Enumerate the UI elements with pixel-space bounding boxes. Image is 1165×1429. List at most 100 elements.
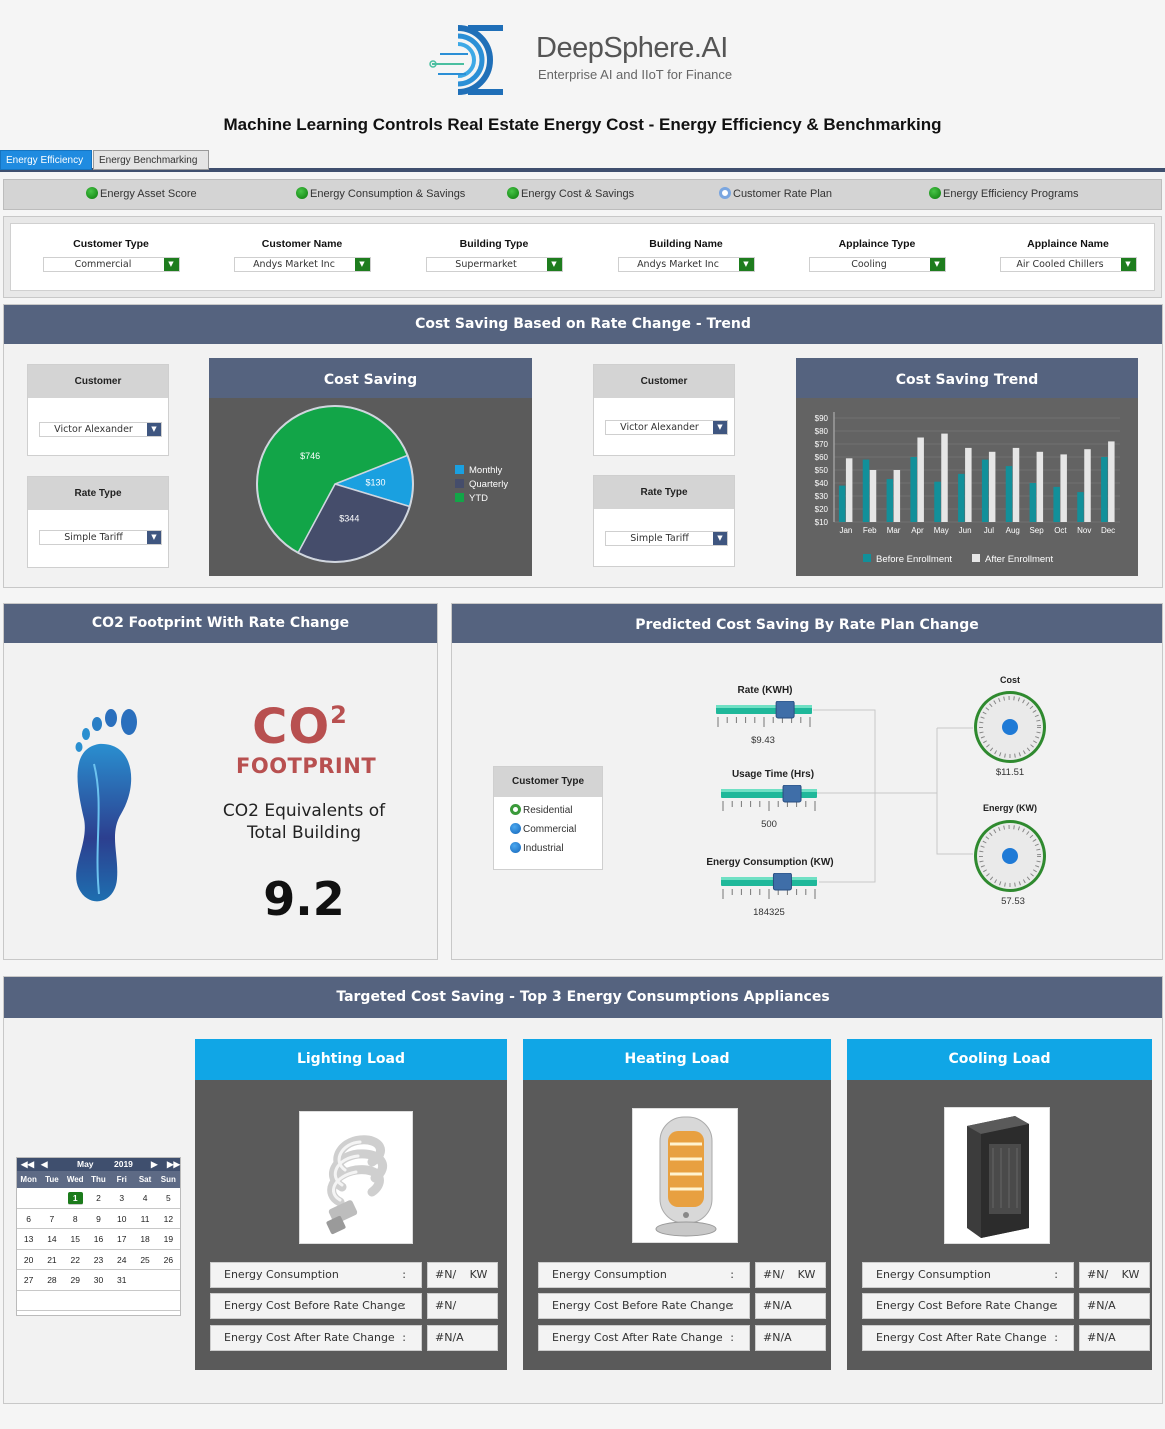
appliance-type-dropdown[interactable]: Cooling ▼ — [808, 257, 946, 272]
slider-track[interactable] — [716, 700, 812, 733]
slider-track[interactable] — [721, 784, 817, 817]
pie-title: Cost Saving — [209, 358, 532, 398]
calendar-day[interactable]: 28 — [40, 1270, 64, 1291]
calendar-day[interactable] — [133, 1291, 157, 1311]
energy-gauge — [974, 820, 1046, 892]
legend-label: Quarterly — [469, 479, 509, 490]
lighting-load-title: Lighting Load — [195, 1039, 507, 1080]
calendar-day[interactable] — [156, 1291, 180, 1311]
right-customer-dropdown[interactable]: Victor Alexander ▼ — [605, 420, 728, 435]
calendar-day[interactable]: 26 — [156, 1250, 180, 1270]
dropdown-arrow-icon[interactable]: ▼ — [546, 258, 562, 271]
dropdown-arrow-icon[interactable]: ▼ — [147, 423, 161, 436]
dropdown-arrow-icon[interactable]: ▼ — [1120, 258, 1136, 271]
calendar-day[interactable]: 17 — [110, 1229, 134, 1250]
tab-energy-efficiency[interactable]: Energy Efficiency — [0, 150, 92, 170]
customer-type-dropdown[interactable]: Commercial ▼ — [42, 257, 180, 272]
calendar-day[interactable]: 21 — [40, 1250, 64, 1270]
calendar-last-icon[interactable]: ▶▶ — [167, 1159, 180, 1170]
calendar-day[interactable]: 3 — [110, 1188, 134, 1209]
filter-label: Customer Name — [261, 238, 343, 250]
calendar-day[interactable]: 18 — [133, 1229, 157, 1250]
calendar-first-icon[interactable]: ◀◀ — [21, 1159, 34, 1170]
filter-customer-name: Customer Name Andys Market Inc ▼ — [232, 238, 372, 272]
bar-after-feb — [869, 470, 877, 522]
calendar-day[interactable] — [63, 1291, 87, 1311]
calendar-day[interactable]: 20 — [17, 1250, 41, 1270]
calendar-day[interactable] — [17, 1291, 41, 1311]
x-tick-label: Apr — [911, 526, 924, 535]
left-rate-dropdown[interactable]: Simple Tariff ▼ — [39, 530, 162, 545]
calendar-day[interactable] — [133, 1270, 157, 1291]
bar-before-apr — [910, 457, 917, 522]
dropdown-arrow-icon[interactable]: ▼ — [163, 258, 179, 271]
calendar-day[interactable] — [110, 1291, 134, 1311]
load-row-label: Energy Cost Before Rate Change: — [538, 1293, 750, 1319]
calendar-day[interactable]: 1 — [63, 1188, 87, 1209]
calendar-month[interactable]: May — [77, 1159, 94, 1169]
calendar-day[interactable]: 7 — [40, 1209, 64, 1229]
rate-slider[interactable] — [716, 700, 812, 733]
calendar-day[interactable]: 31 — [110, 1270, 134, 1291]
calendar-day[interactable]: 29 — [63, 1270, 87, 1291]
customer-name-dropdown[interactable]: Andys Market Inc ▼ — [233, 257, 371, 272]
legend-item-monthly: Monthly — [455, 465, 508, 476]
left-customer-dropdown[interactable]: Victor Alexander ▼ — [39, 422, 162, 437]
calendar-day[interactable]: 15 — [63, 1229, 87, 1250]
calendar-day[interactable]: 23 — [86, 1250, 111, 1270]
calendar-day[interactable]: 24 — [110, 1250, 134, 1270]
building-type-dropdown[interactable]: Supermarket ▼ — [425, 257, 563, 272]
radio-commercial[interactable]: Commercial — [510, 823, 602, 835]
radio-energy-asset-score[interactable]: Energy Asset Score — [86, 187, 197, 200]
calendar-day[interactable]: 5 — [156, 1188, 180, 1209]
calendar-day[interactable] — [40, 1188, 64, 1209]
radio-customer-rate-plan[interactable]: Customer Rate Plan — [719, 187, 832, 200]
usage-slider[interactable] — [721, 784, 817, 817]
calendar-next-icon[interactable]: ▶ — [151, 1159, 158, 1170]
row-label-text: Energy Cost Before Rate Change — [552, 1299, 733, 1312]
calendar-day[interactable]: 4 — [133, 1188, 157, 1209]
calendar-day[interactable]: 13 — [17, 1229, 41, 1250]
calendar-day[interactable]: 25 — [133, 1250, 157, 1270]
calendar-day[interactable]: 30 — [86, 1270, 111, 1291]
dropdown-arrow-icon[interactable]: ▼ — [929, 258, 945, 271]
calendar-day[interactable]: 6 — [17, 1209, 41, 1229]
consumption-slider[interactable] — [721, 872, 817, 905]
dropdown-arrow-icon[interactable]: ▼ — [713, 421, 727, 434]
consumption-slider-label: Energy Consumption (KW) — [706, 857, 834, 868]
calendar-day[interactable] — [40, 1291, 64, 1311]
calendar-day[interactable]: 14 — [40, 1229, 64, 1250]
tab-energy-benchmarking[interactable]: Energy Benchmarking — [93, 150, 209, 170]
calendar-day[interactable]: 19 — [156, 1229, 180, 1250]
dropdown-arrow-icon[interactable]: ▼ — [713, 532, 727, 545]
calendar-day[interactable]: 12 — [156, 1209, 180, 1229]
calendar-day[interactable]: 16 — [86, 1229, 111, 1250]
calendar-prev-icon[interactable]: ◀ — [41, 1159, 48, 1170]
calendar-day[interactable]: 2 — [86, 1188, 111, 1209]
calendar-day[interactable]: 10 — [110, 1209, 134, 1229]
slider-track[interactable] — [721, 872, 817, 905]
building-name-dropdown[interactable]: Andys Market Inc ▼ — [617, 257, 755, 272]
radio-energy-consumption-savings[interactable]: Energy Consumption & Savings — [296, 187, 465, 200]
radio-energy-efficiency-programs[interactable]: Energy Efficiency Programs — [929, 187, 1079, 200]
calendar-year[interactable]: 2019 — [114, 1159, 133, 1169]
dropdown-arrow-icon[interactable]: ▼ — [738, 258, 754, 271]
appliance-name-dropdown[interactable]: Air Cooled Chillers ▼ — [999, 257, 1137, 272]
calendar-day[interactable]: 8 — [63, 1209, 87, 1229]
legend-swatch — [455, 493, 464, 502]
calendar-day[interactable]: 27 — [17, 1270, 41, 1291]
dropdown-arrow-icon[interactable]: ▼ — [354, 258, 370, 271]
calendar-day[interactable]: 11 — [133, 1209, 157, 1229]
radio-energy-cost-savings[interactable]: Energy Cost & Savings — [507, 187, 634, 200]
calendar-day[interactable]: 9 — [86, 1209, 111, 1229]
calendar-day[interactable] — [17, 1188, 41, 1209]
calendar-day[interactable]: 22 — [63, 1250, 87, 1270]
lighting-load-panel: Lighting Load Energy Consumption: #N/ KW E… — [195, 1039, 507, 1370]
right-rate-dropdown[interactable]: Simple Tariff ▼ — [605, 531, 728, 546]
calendar-day[interactable] — [86, 1291, 111, 1311]
calendar-today[interactable]: 1 — [67, 1192, 83, 1205]
radio-residential[interactable]: Residential — [510, 804, 602, 816]
calendar-day[interactable] — [156, 1270, 180, 1291]
dropdown-arrow-icon[interactable]: ▼ — [147, 531, 161, 544]
radio-industrial[interactable]: Industrial — [510, 842, 602, 854]
